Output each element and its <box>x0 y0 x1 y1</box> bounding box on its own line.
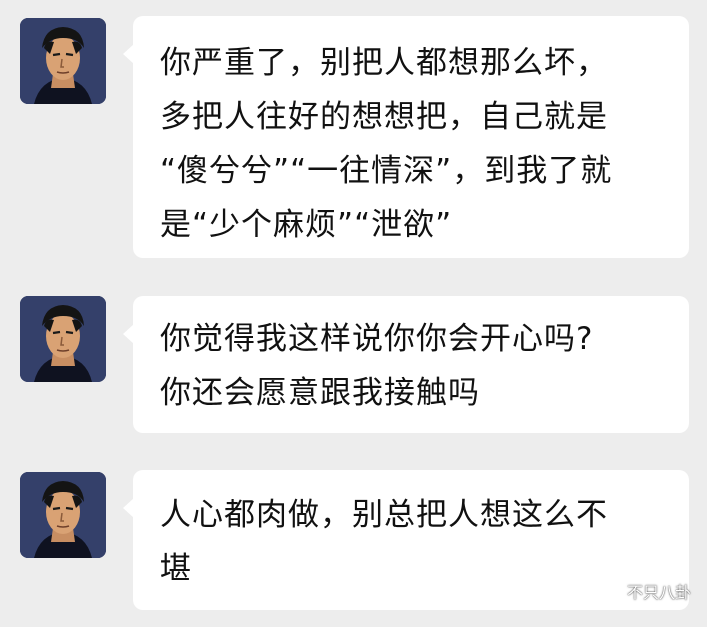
avatar[interactable] <box>20 18 106 104</box>
wechat-channel-icon <box>597 583 621 599</box>
watermark: 不只八卦 <box>597 579 691 603</box>
message-text: 你觉得我这样说你你会开心吗? 你还会愿意跟我接触吗 <box>160 321 594 411</box>
avatar[interactable] <box>20 296 106 382</box>
anime-man-avatar-icon <box>20 472 106 558</box>
anime-man-avatar-icon <box>20 296 106 382</box>
message-text: 你严重了，别把人都想那么坏， 多把人往好的想想把，自己就是 “傻兮兮”“一往情深… <box>160 45 613 243</box>
avatar[interactable] <box>20 472 106 558</box>
message-bubble[interactable]: 你严重了，别把人都想那么坏， 多把人往好的想想把，自己就是 “傻兮兮”“一往情深… <box>123 16 689 258</box>
message-bubble[interactable]: 你觉得我这样说你你会开心吗? 你还会愿意跟我接触吗 <box>123 296 689 433</box>
watermark-text: 不只八卦 <box>626 583 691 602</box>
anime-man-avatar-icon <box>20 18 106 104</box>
